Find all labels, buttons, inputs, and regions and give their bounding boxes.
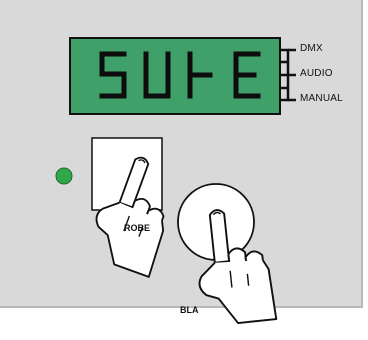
blackout-button-label: BLA (180, 305, 199, 315)
mode-indicator-bracket (280, 48, 296, 102)
status-led (55, 167, 73, 185)
mode-label-manual: MANUAL (300, 93, 343, 104)
mode-label-dmx: DMX (300, 43, 323, 54)
strobe-button-label: ROBE (124, 223, 151, 233)
mode-label-audio: AUDIO (300, 68, 333, 79)
